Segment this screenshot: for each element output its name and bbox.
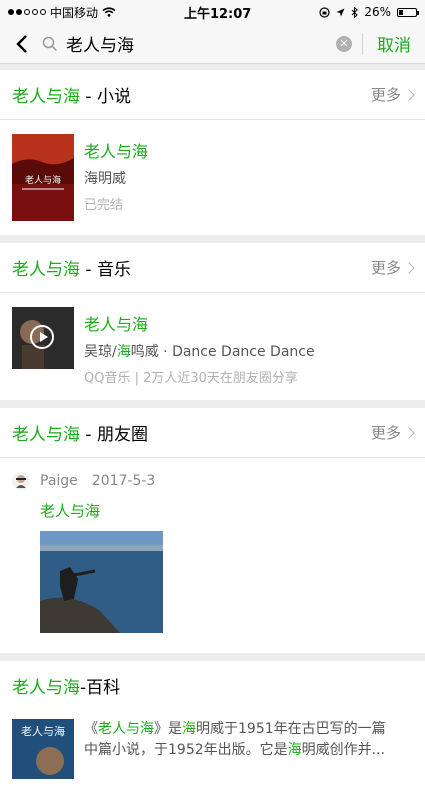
carrier-name: 中国移动 xyxy=(50,5,99,20)
chevron-right-icon xyxy=(403,88,415,101)
baike-summary: 《老人与海》是海明威于1951年在古巴写的一篇 中篇小说，于1952年出版。它是… xyxy=(84,719,386,779)
more-label: 更多 xyxy=(370,86,401,104)
more-label: 更多 xyxy=(370,259,401,277)
lock-rotation-icon xyxy=(319,6,330,18)
section-title-highlight: 老人与海 xyxy=(12,425,80,445)
section-title: 老人与海-百科 xyxy=(12,673,120,698)
search-icon xyxy=(42,36,58,51)
more-button[interactable]: 更多 xyxy=(370,422,415,443)
search-bar: ✕ 取消 xyxy=(0,24,425,64)
music-section: 老人与海 - 音乐 更多 老人与海 吴琼/海鸣威 · Dance Dance D… xyxy=(0,243,425,400)
chevron-right-icon xyxy=(403,261,415,274)
baike-line-1: 《老人与海》是海明威于1951年在古巴写的一篇 xyxy=(84,719,386,740)
section-title: 老人与海 - 音乐 xyxy=(12,255,131,280)
section-title-rest: -百科 xyxy=(80,677,121,698)
text-highlight: 海 xyxy=(287,742,302,758)
music-title: 老人与海 xyxy=(84,315,149,334)
section-title-rest: - 朋友圈 xyxy=(80,425,148,445)
section-title: 老人与海 - 朋友圈 xyxy=(12,420,148,445)
moment-header: Paige 2017-5-3 xyxy=(12,472,413,490)
section-title-highlight: 老人与海 xyxy=(12,87,80,107)
text-part: 》是 xyxy=(154,721,182,737)
text-part: 中篇小说，于1952年出版。它是 xyxy=(84,742,288,758)
signal-icon xyxy=(8,9,46,15)
baike-image: 老人与海 xyxy=(12,719,74,779)
music-result[interactable]: 老人与海 吴琼/海鸣威 · Dance Dance Dance QQ音乐 | 2… xyxy=(0,293,425,400)
moment-user[interactable]: Paige xyxy=(40,473,78,489)
clear-icon[interactable]: ✕ xyxy=(336,35,352,52)
text-part: 明威于1951年在古巴写的一篇 xyxy=(196,721,386,737)
moment-text: 老人与海 xyxy=(40,502,101,520)
svg-text:老人与海: 老人与海 xyxy=(21,724,65,738)
text-highlight: 海 xyxy=(182,721,196,737)
wifi-icon xyxy=(102,7,116,17)
novel-section-header[interactable]: 老人与海 - 小说 更多 xyxy=(0,70,425,120)
baike-section-header[interactable]: 老人与海-百科 xyxy=(0,661,425,709)
section-title-highlight: 老人与海 xyxy=(12,677,80,698)
text-part: 明威创作并... xyxy=(301,742,385,758)
back-button[interactable] xyxy=(8,30,36,58)
music-meta: QQ音乐 | 2万人近30天在朋友圈分享 xyxy=(84,371,298,386)
battery-percent: 26% xyxy=(364,5,391,19)
novel-result[interactable]: 老人与海 老人与海 海明威 已完结 xyxy=(0,120,425,235)
section-title-rest: - 音乐 xyxy=(80,260,131,280)
section-title-highlight: 老人与海 xyxy=(12,260,80,280)
music-artist: 吴琼/海鸣威 · Dance Dance Dance xyxy=(84,341,315,361)
moments-section: 老人与海 - 朋友圈 更多 Paige 2017-5-3 老人与海 xyxy=(0,408,425,653)
novel-title: 老人与海 xyxy=(84,142,149,161)
text-part: 《 xyxy=(84,721,98,737)
divider xyxy=(362,32,363,55)
baike-result[interactable]: 老人与海 《老人与海》是海明威于1951年在古巴写的一篇 中篇小说，于1952年… xyxy=(0,709,425,789)
artist-part: 鸣威 · Dance Dance Dance xyxy=(130,344,315,360)
artist-highlight: 海 xyxy=(116,344,131,360)
section-title: 老人与海 - 小说 xyxy=(12,82,131,107)
section-title-rest: - 小说 xyxy=(80,87,131,107)
play-icon[interactable] xyxy=(30,325,54,349)
moment-result[interactable]: Paige 2017-5-3 老人与海 xyxy=(0,458,425,653)
moment-date: 2017-5-3 xyxy=(91,473,156,489)
carrier-info: 中国移动 xyxy=(8,4,116,21)
artist-part: 吴琼/ xyxy=(84,344,117,360)
chevron-left-icon xyxy=(16,34,27,53)
book-cover-image: 老人与海 xyxy=(12,134,74,221)
novel-section: 老人与海 - 小说 更多 老人与海 老人与海 海明威 已完结 xyxy=(0,70,425,235)
more-button[interactable]: 更多 xyxy=(370,84,415,105)
status-bar: 中国移动 上午12:07 26% xyxy=(0,0,425,24)
status-time: 上午12:07 xyxy=(183,6,252,22)
battery-fill xyxy=(398,9,404,15)
avatar[interactable] xyxy=(12,472,30,490)
music-section-header[interactable]: 老人与海 - 音乐 更多 xyxy=(0,243,425,293)
text-highlight: 老人与海 xyxy=(98,721,154,737)
more-label: 更多 xyxy=(370,424,401,442)
moments-section-header[interactable]: 老人与海 - 朋友圈 更多 xyxy=(0,408,425,458)
baike-section: 老人与海-百科 老人与海 《老人与海》是海明威于1951年在古巴写的一篇 中篇小… xyxy=(0,661,425,789)
baike-line-2: 中篇小说，于1952年出版。它是海明威创作并... xyxy=(84,740,386,761)
music-cover-image xyxy=(12,307,74,369)
cancel-button[interactable]: 取消 xyxy=(377,31,411,56)
battery-icon xyxy=(396,7,419,17)
novel-info: 老人与海 海明威 已完结 xyxy=(84,134,148,221)
status-right: 26% xyxy=(319,5,419,19)
music-info: 老人与海 吴琼/海鸣威 · Dance Dance Dance QQ音乐 | 2… xyxy=(84,307,315,386)
novel-status: 已完结 xyxy=(84,198,124,213)
location-icon xyxy=(336,8,345,16)
search-input[interactable] xyxy=(64,32,336,55)
chevron-right-icon xyxy=(403,426,415,439)
more-button[interactable]: 更多 xyxy=(370,257,415,278)
bluetooth-icon xyxy=(351,6,359,18)
search-box[interactable]: ✕ xyxy=(42,28,362,60)
moment-photo[interactable] xyxy=(40,531,163,633)
novel-author: 海明威 xyxy=(84,171,126,187)
svg-text:老人与海: 老人与海 xyxy=(25,174,61,186)
